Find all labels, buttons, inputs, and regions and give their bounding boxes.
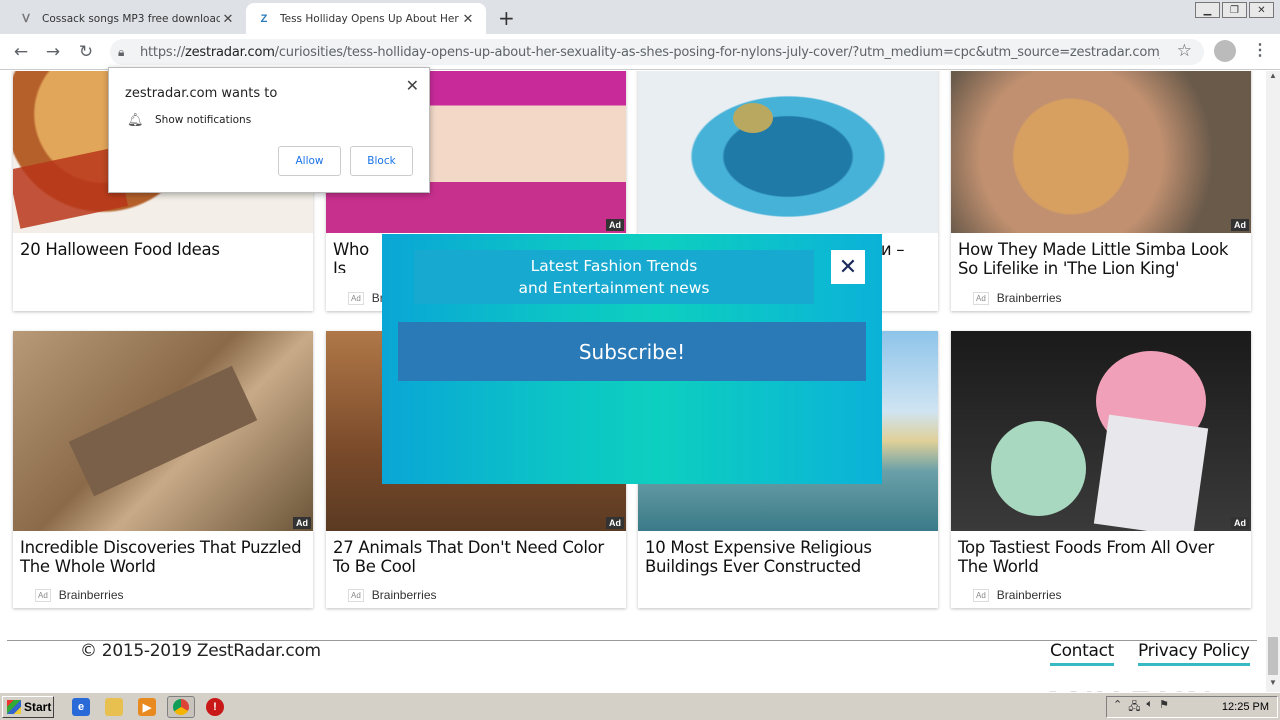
banner-line-2: and Entertainment news xyxy=(518,279,710,297)
start-button[interactable]: Start xyxy=(2,696,54,718)
network-icon[interactable]: 🖧︎ xyxy=(1128,698,1140,717)
close-tab-icon[interactable]: ✕ xyxy=(460,11,476,27)
article-title: Who IsOn Ea xyxy=(333,240,369,273)
article-source: Ad Brainberries xyxy=(951,291,1062,305)
tab-cossack-songs[interactable]: ᐯ Cossack songs MP3 free download a ✕ xyxy=(8,3,246,34)
article-title: 10 Most Expensive Religious Buildings Ev… xyxy=(645,538,872,576)
reload-icon[interactable]: ↻ xyxy=(75,41,97,63)
scroll-down-icon[interactable]: ▼ xyxy=(1266,678,1280,692)
menu-kebab-icon[interactable]: ⋮ xyxy=(1252,40,1268,60)
browser-toolbar: ← → ↻ 🔒︎ https://zestradar.com/curiositi… xyxy=(0,34,1280,70)
chrome-icon xyxy=(173,699,189,715)
article-source: Ad Brainberries xyxy=(326,588,437,602)
minimize-icon[interactable]: ▁ xyxy=(1195,2,1220,18)
page-scrollbar[interactable]: ▲ ▼ xyxy=(1266,71,1280,692)
zestradar-icon: Z xyxy=(260,12,268,25)
start-label: Start xyxy=(24,700,52,714)
article-title: 20 Halloween Food Ideas xyxy=(20,240,220,259)
media-player-icon[interactable]: ▶ xyxy=(138,698,156,716)
ad-badge: Ad xyxy=(1231,219,1249,231)
tab-title: Cossack songs MP3 free download a xyxy=(42,12,220,25)
folder-icon[interactable] xyxy=(105,698,123,716)
modal-close-icon[interactable]: ✕ xyxy=(831,250,865,284)
article-source: Ad Brainberries xyxy=(951,588,1062,602)
chrome-taskbar-button[interactable] xyxy=(167,696,195,718)
bookmark-star-icon[interactable]: ☆ xyxy=(1177,41,1192,61)
source-name: Brainberries xyxy=(58,588,124,602)
tray-arrow-icon[interactable]: ⌃ xyxy=(1113,698,1122,717)
windows-logo-icon xyxy=(7,700,21,714)
ad-small-badge: Ad xyxy=(348,291,364,305)
source-name: Brainberries xyxy=(996,588,1062,602)
scroll-up-icon[interactable]: ▲ xyxy=(1266,71,1280,85)
ie-icon[interactable]: e xyxy=(72,698,90,716)
article-title: Incredible Discoveries That Puzzled The … xyxy=(20,538,302,576)
ad-small-badge: Ad xyxy=(973,291,989,305)
action-center-flag-icon[interactable]: ⚑ xyxy=(1159,698,1169,717)
tab-title: Tess Holliday Opens Up About Her S xyxy=(280,12,460,25)
restore-icon[interactable]: ❐ xyxy=(1222,2,1247,18)
url-text[interactable]: https://zestradar.com/curiosities/tess-h… xyxy=(140,45,1160,60)
ad-small-badge: Ad xyxy=(348,588,364,602)
url-host: zestradar.com xyxy=(185,44,275,60)
profile-avatar-icon[interactable] xyxy=(1214,40,1236,62)
article-source: Ad Br xyxy=(326,291,384,305)
subscribe-modal: Latest Fashion Trends and Entertainment … xyxy=(382,234,882,484)
scroll-thumb[interactable] xyxy=(1268,637,1278,675)
address-bar[interactable]: 🔒︎ https://zestradar.com/curiosities/tes… xyxy=(110,39,1204,65)
stop-icon[interactable]: ! xyxy=(206,698,224,716)
close-window-icon[interactable]: ✕ xyxy=(1249,2,1274,18)
contact-link[interactable]: Contact xyxy=(1050,641,1114,666)
taskbar: Start e ▶ ! ⌃ 🖧︎ 🔈︎ ⚑ 12:25 PM xyxy=(0,692,1280,720)
tab-tess-holliday[interactable]: Z Tess Holliday Opens Up About Her S ✕ xyxy=(246,3,486,34)
privacy-policy-link[interactable]: Privacy Policy xyxy=(1138,641,1250,666)
article-card[interactable]: Ad How They Made Little Simba Look So Li… xyxy=(951,71,1251,311)
source-name: Brainberries xyxy=(996,291,1062,305)
ad-badge: Ad xyxy=(1231,517,1249,529)
clock[interactable]: 12:25 PM xyxy=(1222,701,1269,713)
tab-strip: ᐯ Cossack songs MP3 free download a ✕ Z … xyxy=(0,0,1280,34)
block-button[interactable]: Block xyxy=(350,146,413,176)
article-image xyxy=(638,71,938,233)
lock-icon: 🔒︎ xyxy=(118,45,125,59)
system-tray: ⌃ 🖧︎ 🔈︎ ⚑ 12:25 PM xyxy=(1106,696,1278,718)
bell-icon: 🔔︎ xyxy=(127,112,144,127)
volume-icon[interactable]: 🔈︎ xyxy=(1146,698,1153,717)
article-title: How They Made Little Simba Look So Lifel… xyxy=(958,240,1229,278)
banner-line-1: Latest Fashion Trends xyxy=(530,257,698,275)
ad-small-badge: Ad xyxy=(973,588,989,602)
article-title: 27 Animals That Don't Need Color To Be C… xyxy=(333,538,604,576)
source-name: Brainberries xyxy=(371,588,437,602)
ad-small-badge: Ad xyxy=(35,588,51,602)
article-card[interactable]: Ad Top Tastiest Foods From All Over The … xyxy=(951,331,1251,608)
close-icon[interactable]: ✕ xyxy=(406,76,419,95)
back-icon[interactable]: ← xyxy=(10,41,32,63)
ad-badge: Ad xyxy=(606,219,624,231)
subscribe-button[interactable]: Subscribe! xyxy=(398,322,866,381)
close-tab-icon[interactable]: ✕ xyxy=(220,11,236,27)
notification-permission-prompt: zestradar.com wants to ✕ 🔔︎ Show notific… xyxy=(108,67,430,193)
article-source: Ad Brainberries xyxy=(13,588,124,602)
article-title: Top Tastiest Foods From All Over The Wor… xyxy=(958,538,1214,576)
article-image: Ad xyxy=(951,71,1251,233)
article-image: Ad xyxy=(13,331,313,531)
permission-text: Show notifications xyxy=(155,114,252,126)
ad-badge: Ad xyxy=(293,517,311,529)
prompt-header: zestradar.com wants to xyxy=(125,86,278,101)
forward-icon[interactable]: → xyxy=(42,41,64,63)
new-tab-button[interactable]: + xyxy=(498,6,515,30)
article-image: Ad xyxy=(951,331,1251,531)
copyright-text: © 2015-2019 ZestRadar.com xyxy=(80,641,321,661)
article-card[interactable]: Ad Incredible Discoveries That Puzzled T… xyxy=(13,331,313,608)
anyrun-watermark: ANY.RUN xyxy=(1040,683,1214,692)
url-scheme: https:// xyxy=(140,44,185,60)
modal-banner: Latest Fashion Trends and Entertainment … xyxy=(414,250,814,304)
bird-icon: ᐯ xyxy=(22,13,30,25)
window-controls: ▁ ❐ ✕ xyxy=(1195,2,1274,18)
url-path: /curiosities/tess-holliday-opens-up-abou… xyxy=(274,44,1160,60)
allow-button[interactable]: Allow xyxy=(278,146,341,176)
ad-badge: Ad xyxy=(606,517,624,529)
